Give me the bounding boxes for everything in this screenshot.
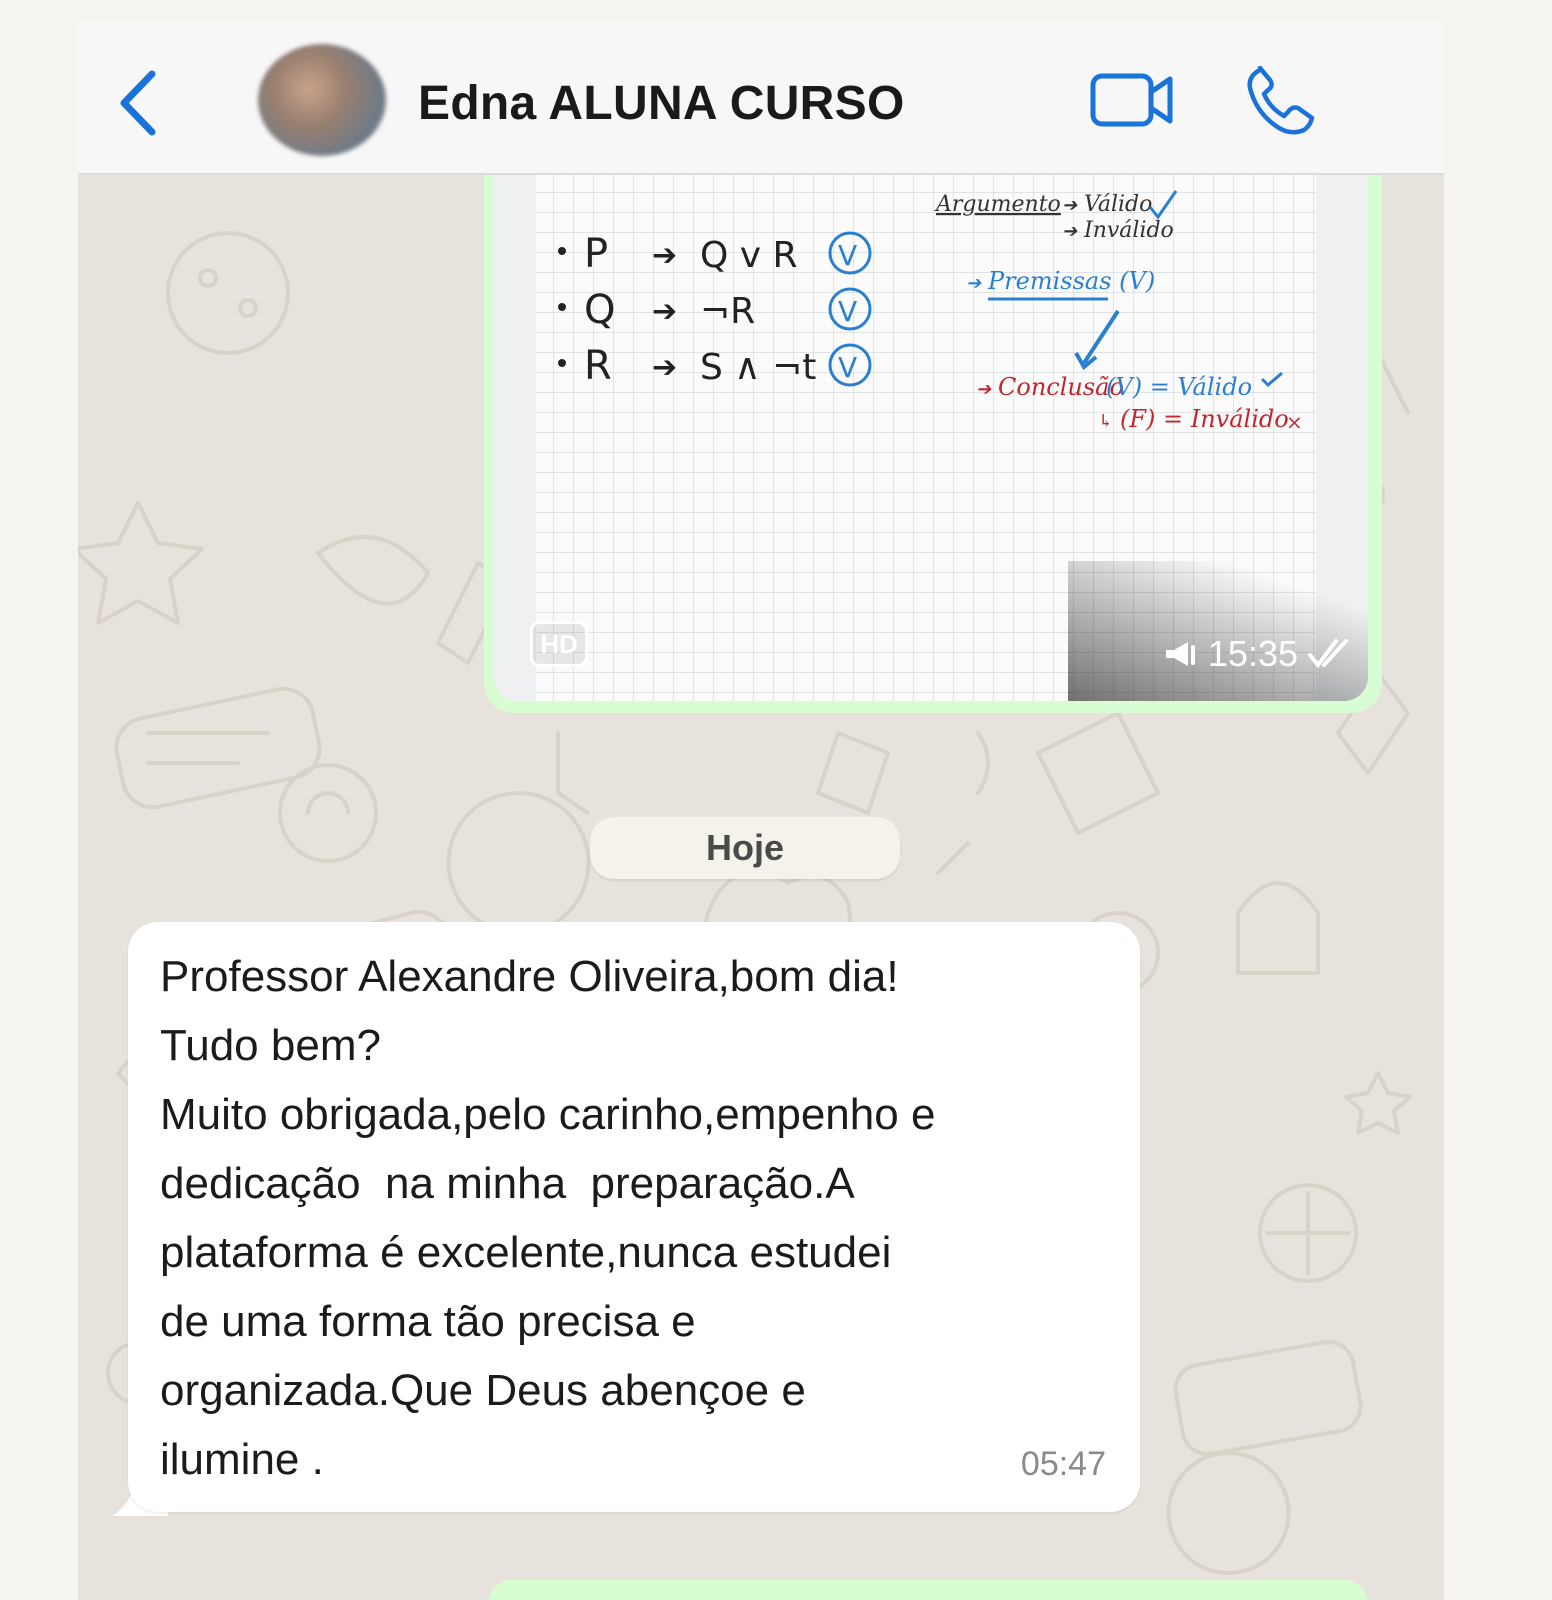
avatar[interactable] [258, 44, 386, 156]
svg-text:➔: ➔ [652, 294, 677, 329]
note-premise: Q [584, 287, 615, 333]
note-valido: Válido [1084, 192, 1152, 217]
note-conclusao-f: (F) = Inválido [1120, 405, 1289, 433]
note-mark: V [838, 295, 857, 328]
note-conclusion: S ∧ ¬t [700, 347, 816, 388]
image-overlay-gradient [1068, 561, 1368, 701]
chat-screen: P ➔ Q v R V Q ➔ ¬R V R ➔ S ∧ ¬t V Argume… [78, 20, 1444, 1600]
video-camera-icon[interactable] [1090, 70, 1174, 130]
note-premise: P [584, 231, 608, 277]
note-invalido: Inválido [1083, 218, 1174, 243]
incoming-message-bubble[interactable]: Professor Alexandre Oliveira,bom dia! Tu… [128, 922, 1140, 1512]
note-conclusao-v: (V) = Válido [1106, 373, 1252, 401]
megaphone-icon [1165, 642, 1195, 666]
image-message-bubble[interactable]: P ➔ Q v R V Q ➔ ¬R V R ➔ S ∧ ¬t V Argume… [484, 173, 1382, 713]
image-message-meta: 15:35 [1164, 633, 1354, 675]
next-message-bubble[interactable] [488, 1580, 1368, 1600]
image-attachment[interactable]: P ➔ Q v R V Q ➔ ¬R V R ➔ S ∧ ¬t V Argume… [494, 173, 1368, 701]
message-time: 05:47 [1020, 1445, 1106, 1483]
phone-icon[interactable] [1246, 66, 1318, 136]
note-premise: R [584, 343, 612, 389]
note-conclusion: ¬R [700, 291, 755, 332]
chevron-left-icon[interactable] [116, 68, 160, 138]
svg-text:➔: ➔ [1062, 195, 1078, 216]
note-conclusion: Q v R [700, 235, 798, 276]
svg-text:➔: ➔ [1062, 221, 1078, 242]
note-mark: V [838, 351, 857, 384]
note-argumento: Argumento [934, 192, 1061, 217]
svg-text:➔: ➔ [652, 350, 677, 385]
chat-header: Edna ALUNA CURSO [78, 20, 1444, 175]
svg-text:↳: ↳ [1098, 411, 1113, 432]
svg-text:×: × [1286, 410, 1303, 434]
svg-text:➔: ➔ [976, 379, 992, 400]
svg-text:➔: ➔ [966, 273, 982, 294]
message-text: Professor Alexandre Oliveira,bom dia! Tu… [160, 952, 936, 1484]
contact-name[interactable]: Edna ALUNA CURSO [418, 76, 905, 131]
note-premissas: Premissas (V) [987, 267, 1155, 295]
note-mark: V [838, 239, 857, 272]
image-message-time: 15:35 [1207, 633, 1298, 674]
double-check-icon [1308, 639, 1348, 669]
hd-badge: HD [530, 621, 588, 667]
svg-text:➔: ➔ [652, 238, 677, 273]
date-separator: Hoje [590, 817, 900, 879]
